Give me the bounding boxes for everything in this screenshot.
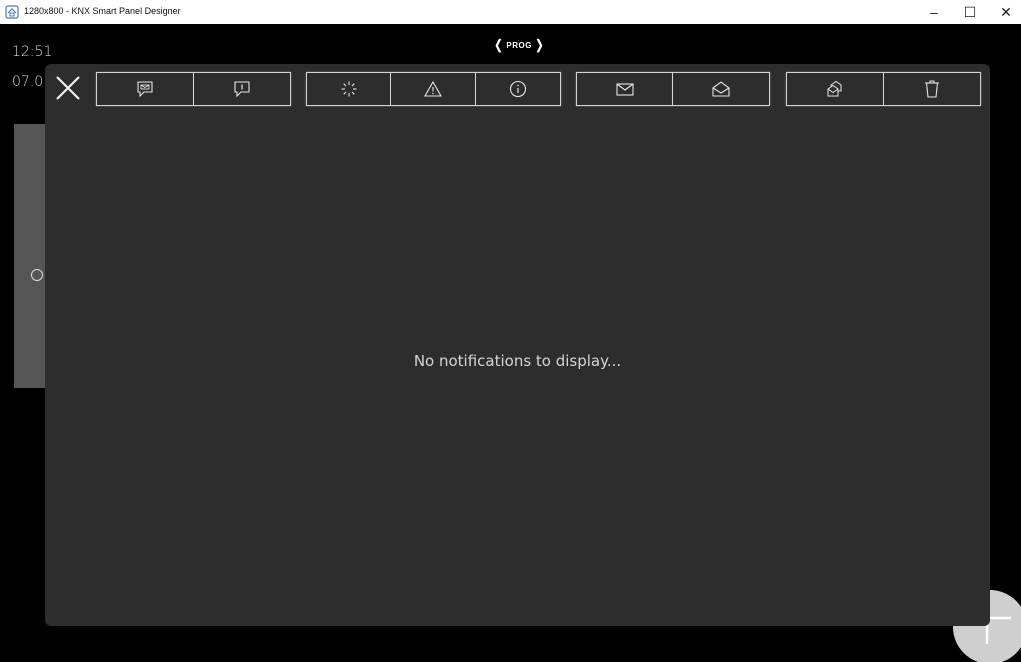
- prog-indicator[interactable]: ❬ PROG ❭: [493, 37, 545, 53]
- filter-busy-button[interactable]: [306, 72, 391, 106]
- filter-unread-button[interactable]: [576, 72, 673, 106]
- date: 07.0: [12, 74, 44, 90]
- unread-mail-icon: [615, 83, 634, 96]
- app-icon: [5, 5, 19, 19]
- message-filter-group: [96, 72, 291, 106]
- close-window-icon: ✕: [1000, 3, 1012, 20]
- maximize-icon: ☐: [963, 3, 977, 20]
- tile-circle-icon: [31, 269, 43, 281]
- prog-label: PROG: [506, 40, 532, 50]
- maximize-button[interactable]: ☐: [953, 0, 987, 24]
- filter-read-button[interactable]: [673, 72, 770, 106]
- delete-icon: [925, 80, 939, 98]
- open-mail-icon: [712, 81, 730, 97]
- warning-icon: [424, 80, 442, 97]
- action-button-group: [786, 72, 981, 106]
- close-dialog-icon[interactable]: [53, 73, 83, 103]
- read-state-filter-group: [576, 72, 770, 106]
- filter-info-messages-button[interactable]: [194, 72, 291, 106]
- info-icon: [509, 80, 527, 98]
- prog-right-bracket: ❭: [533, 37, 546, 52]
- info-message-icon: [234, 81, 250, 98]
- filter-warnings-button[interactable]: [391, 72, 476, 106]
- mark-all-read-icon: [827, 80, 842, 97]
- delete-all-button[interactable]: [884, 72, 981, 106]
- notifications-dialog: [45, 64, 990, 626]
- clock: 12:51: [12, 44, 53, 60]
- filter-info-button[interactable]: [476, 72, 561, 106]
- prog-left-bracket: ❬: [493, 37, 505, 52]
- empty-notifications-message: No notifications to display...: [413, 352, 622, 370]
- message-icon: [137, 81, 153, 98]
- mark-all-read-button[interactable]: [786, 72, 884, 106]
- severity-filter-group: [306, 72, 561, 106]
- close-window-button[interactable]: ✕: [989, 0, 1021, 24]
- minimize-button[interactable]: –: [917, 0, 951, 24]
- window-title: 1280x800 - KNX Smart Panel Designer: [24, 6, 181, 16]
- window-titlebar: 1280x800 - KNX Smart Panel Designer – ☐ …: [0, 0, 1021, 24]
- filter-messages-button[interactable]: [96, 72, 194, 106]
- minimize-icon: –: [930, 4, 938, 20]
- spinner-icon: [341, 81, 356, 97]
